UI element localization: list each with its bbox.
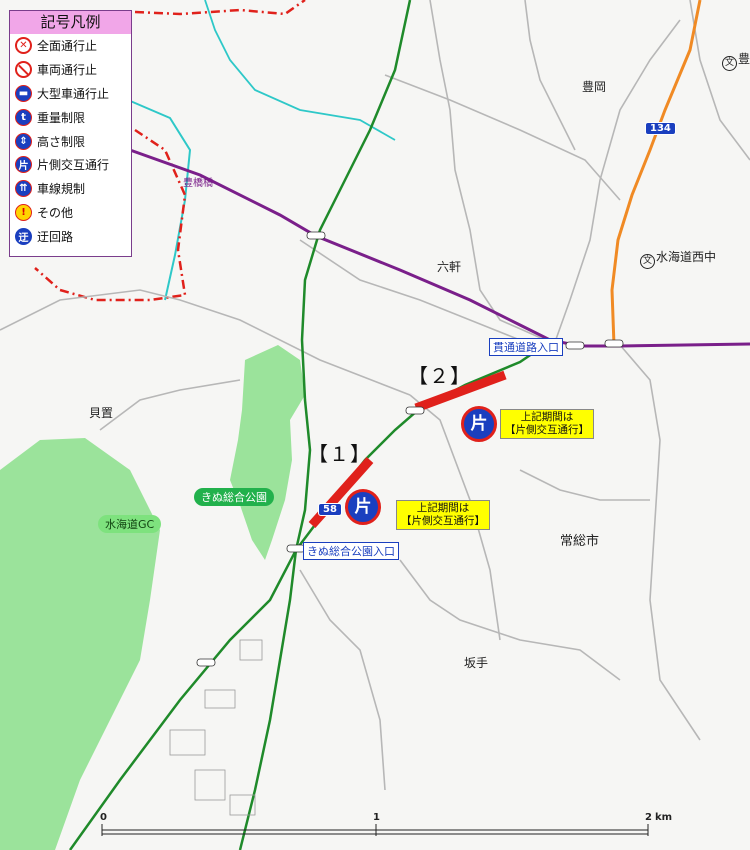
label-kantsu-entrance[interactable]: 貫通道路入口 [489, 338, 563, 356]
school-icon: 文 [640, 254, 655, 269]
route-58-shield: 58 [318, 503, 342, 516]
legend-item-detour: 迂迂回路 [10, 224, 131, 248]
scale-unit: km [655, 812, 673, 823]
legend-item-height-limit: ⇕ 高さ制限 [10, 129, 131, 153]
facility-mitsukaido-gc[interactable]: 水海道GC [98, 515, 162, 533]
legend-item-lane-restriction: ⇈ 車線規制 [10, 177, 131, 201]
legend-item-no-large-vehicles: ▬ 大型車通行止 [10, 82, 131, 106]
legend-item-other: ! その他 [10, 201, 131, 225]
school-toyo: 文豊 [722, 50, 750, 71]
height-limit-icon: ⇕ [15, 132, 32, 150]
place-rokken: 六軒 [437, 260, 462, 274]
scale-bar: 0 1 2 km [100, 812, 672, 842]
legend-panel: 記号凡例 ✕ 全面通行止 車両通行止 ▬ 大型車通行止 t 重量制限 ⇕ 高さ制限 片片… [9, 10, 132, 257]
note-2-line-2: 【片側交互通行】 [505, 424, 589, 436]
school-icon: 文 [722, 56, 737, 71]
scale-tick-1: 1 [373, 812, 380, 823]
no-large-vehicles-icon: ▬ [15, 84, 32, 102]
place-jososhi: 常総市 [560, 534, 600, 549]
weight-limit-icon: t [15, 108, 32, 126]
legend-title: 記号凡例 [10, 11, 131, 34]
alternating-traffic-icon: 片 [15, 156, 32, 174]
school-mitsukaido-nishi: 文水海道西中 [640, 248, 716, 269]
section-2-label: 【２】 [408, 364, 471, 388]
alternating-traffic-badge-2[interactable]: 片 [461, 406, 497, 442]
facility-kimeso-park[interactable]: きぬ総合公園 [194, 488, 274, 506]
place-kaimoku: 貝置 [89, 406, 114, 420]
place-toyobashi: 豊橋橋 [183, 178, 213, 189]
scale-tick-0: 0 [100, 812, 107, 823]
full-closure-icon: ✕ [15, 37, 32, 55]
restriction-note-2: 上記期間は 【片側交互通行】 [500, 409, 594, 439]
scale-tick-2: 2 [645, 812, 652, 823]
legend-item-no-vehicles: 車両通行止 [10, 58, 131, 82]
label-kimeso-entrance[interactable]: きぬ総合公園入口 [303, 542, 399, 560]
legend-item-weight-limit: t 重量制限 [10, 105, 131, 129]
detour-icon: 迂 [15, 227, 32, 245]
lane-restriction-icon: ⇈ [15, 180, 32, 198]
note-1-line-1: 上記期間は [416, 502, 470, 514]
note-1-line-2: 【片側交互通行】 [401, 515, 485, 527]
no-vehicles-icon [15, 61, 32, 79]
legend-item-full-closure: ✕ 全面通行止 [10, 34, 131, 58]
alternating-traffic-badge-1[interactable]: 片 [345, 489, 381, 525]
legend-item-alternating: 片片側交互通行 [10, 153, 131, 177]
place-sakate: 坂手 [464, 656, 489, 670]
restriction-note-1: 上記期間は 【片側交互通行】 [396, 500, 490, 530]
place-toyooka: 豊岡 [582, 80, 607, 94]
note-2-line-1: 上記期間は [520, 411, 574, 423]
route-134-shield: 134 [645, 122, 676, 135]
section-1-label: 【１】 [308, 442, 371, 466]
other-icon: ! [15, 203, 32, 221]
